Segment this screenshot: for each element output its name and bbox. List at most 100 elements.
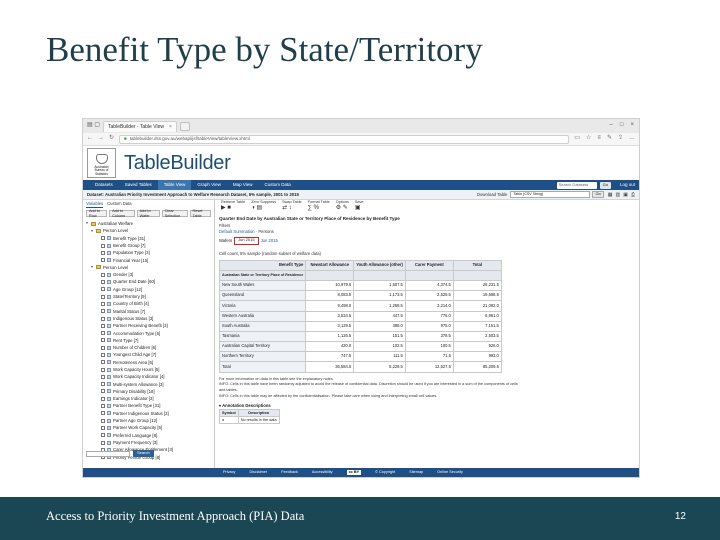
tree-item[interactable]: Partner Age Group [12] — [86, 417, 211, 424]
tree-checkbox[interactable] — [101, 294, 105, 299]
tab-variables[interactable]: Variables — [86, 201, 104, 208]
tree-checkbox[interactable] — [101, 360, 105, 365]
row-label[interactable]: Victoria — [218, 300, 307, 312]
expand-toggle-icon[interactable]: ▾ — [91, 264, 95, 270]
tree-checkbox[interactable] — [101, 250, 105, 255]
tree-checkbox[interactable] — [101, 425, 105, 430]
tree-item[interactable]: Partner Work Capacity [5] — [86, 424, 211, 431]
grid-icon[interactable]: ▦ — [608, 192, 613, 198]
add-to-column-button[interactable]: Add to Column — [109, 209, 135, 218]
tree-item[interactable]: ▾ Person Level — [86, 227, 211, 234]
tree-checkbox[interactable] — [101, 382, 105, 387]
expand-toggle-icon[interactable]: ▾ — [86, 220, 90, 226]
tree-item[interactable]: Preferred Language [8] — [86, 432, 211, 439]
tree-checkbox[interactable] — [101, 316, 105, 321]
tree-checkbox[interactable] — [101, 287, 105, 292]
annotation-title[interactable]: ▾ Annotation Descriptions — [219, 403, 639, 408]
row-label[interactable]: Queensland — [218, 290, 307, 302]
close-tab-icon[interactable]: × — [169, 124, 172, 130]
address-bar[interactable]: ■ tablebuilder.dss.gov.au/webapi/jsf/tab… — [119, 134, 570, 144]
tree-item[interactable]: Youngest Child Age [7] — [86, 351, 211, 358]
row-variable-header[interactable]: Australian State or Territory Place of R… — [218, 269, 307, 281]
column-header[interactable]: Youth Allowance (other) — [353, 259, 406, 271]
tree-checkbox[interactable] — [101, 280, 105, 285]
tree-checkbox[interactable] — [101, 338, 105, 343]
tree-item[interactable]: Number of Children [6] — [86, 344, 211, 351]
variable-search-button[interactable]: Search — [133, 450, 154, 457]
toolbar-icon[interactable]: ⚙ ✎ — [336, 205, 348, 211]
column-header[interactable]: Newstart Allowance — [305, 259, 355, 271]
menu-map-view[interactable]: Map View — [227, 180, 259, 190]
row-label[interactable]: Northern Territory — [218, 351, 307, 363]
search-datasets-input[interactable]: Search Datasets — [556, 181, 597, 189]
tree-item[interactable]: Rent Type [7] — [86, 337, 211, 344]
notes-icon[interactable]: ✎ — [607, 135, 612, 142]
tree-checkbox[interactable] — [101, 367, 105, 372]
tree-checkbox[interactable] — [101, 389, 105, 394]
tree-item[interactable]: Country of Birth [4] — [86, 300, 211, 307]
tree-checkbox[interactable] — [101, 323, 105, 328]
tree-checkbox[interactable] — [101, 396, 105, 401]
forward-icon[interactable]: → — [98, 135, 104, 142]
tree-item[interactable]: Gender [3] — [86, 271, 211, 278]
tree-item[interactable]: Partner Indigenous Status [3] — [86, 410, 211, 417]
tree-item[interactable]: Quarter End Date [60] — [86, 278, 211, 285]
footer-feedback[interactable]: Feedback — [281, 470, 298, 475]
tree-checkbox[interactable] — [101, 236, 105, 241]
tree-item[interactable]: Primary Disability [18] — [86, 388, 211, 395]
add-to-row-button[interactable]: Add to Row — [86, 209, 108, 218]
tree-checkbox[interactable] — [101, 433, 105, 438]
toolbar-icon[interactable]: ∑ % — [308, 205, 319, 211]
hub-icon[interactable]: ≡ — [597, 135, 601, 142]
tree-checkbox[interactable] — [101, 440, 105, 445]
tab-custom-data[interactable]: Custom Data — [107, 201, 131, 208]
search-go-button[interactable]: Go — [599, 181, 611, 189]
tree-item[interactable]: Marital Status [7] — [86, 308, 211, 315]
footer-accessibility[interactable]: Accessibility — [312, 470, 333, 475]
print-icon[interactable]: ⎙ — [631, 192, 635, 198]
minimize-icon[interactable]: – — [610, 122, 613, 129]
footer-security[interactable]: Online Security — [437, 470, 463, 475]
new-tab-button[interactable] — [179, 121, 190, 131]
tree-checkbox[interactable] — [101, 258, 105, 263]
row-label[interactable]: Tasmania — [218, 330, 307, 343]
toolbar-icon[interactable]: ▶ ■ — [221, 205, 231, 211]
browser-tab[interactable]: TableBuilder - Table View × — [103, 120, 177, 132]
save-icon[interactable]: ▣ — [623, 192, 628, 198]
tree-item[interactable]: Payment Frequency [3] — [86, 439, 211, 446]
tree-item[interactable]: Earnings Indicator [3] — [86, 395, 211, 402]
tree-checkbox[interactable] — [101, 243, 105, 248]
footer-privacy[interactable]: Privacy — [223, 470, 235, 475]
tree-checkbox[interactable] — [101, 331, 105, 336]
tree-item[interactable]: Work Capacity Hours [5] — [86, 366, 211, 373]
download-go-button[interactable]: Go — [592, 191, 604, 198]
tree-item[interactable]: Partner Receiving Benefit [3] — [86, 322, 211, 329]
tree-item[interactable]: Benefit Type [31] — [86, 235, 211, 242]
add-to-wafer-button[interactable]: Add to Wafer — [136, 209, 160, 218]
tree-checkbox[interactable] — [101, 418, 105, 423]
menu-graph-view[interactable]: Graph View — [191, 180, 226, 190]
column-variable-header[interactable]: Benefit Type — [218, 259, 307, 271]
tree-item[interactable]: Indigenous Status [3] — [86, 315, 211, 322]
close-window-icon[interactable]: × — [630, 122, 634, 129]
back-icon[interactable]: ← — [87, 135, 93, 142]
row-label[interactable]: New South Wales — [218, 279, 307, 292]
toolbar-icon[interactable]: ◑ ▤ — [251, 205, 262, 211]
reset-table-button[interactable]: Reset Table — [189, 209, 211, 218]
tree-checkbox[interactable] — [101, 352, 105, 357]
reading-view-icon[interactable]: ▭ — [574, 135, 580, 142]
tree-item[interactable]: Multi-system Allowance [3] — [86, 381, 211, 388]
column-header[interactable]: Total — [452, 259, 502, 271]
wafer-selector[interactable]: Jun 2015 — [234, 236, 259, 245]
tree-item[interactable]: Benefit Group [7] — [86, 242, 211, 249]
tree-item[interactable]: Partner Benefit Type [31] — [86, 402, 211, 409]
logout-link[interactable]: Log out — [620, 182, 635, 187]
tree-item[interactable]: Accommodation Type [6] — [86, 329, 211, 336]
row-label[interactable]: Total — [218, 361, 307, 373]
favorite-icon[interactable]: ☆ — [586, 135, 591, 142]
clear-selection-button[interactable]: Clear Selection — [161, 209, 188, 218]
tree-item[interactable]: ▾ Australian Welfare — [86, 220, 211, 227]
expand-toggle-icon[interactable]: ▾ — [91, 228, 95, 234]
chart-icon[interactable]: ▥ — [616, 192, 621, 198]
reload-icon[interactable]: ↻ — [109, 135, 114, 142]
